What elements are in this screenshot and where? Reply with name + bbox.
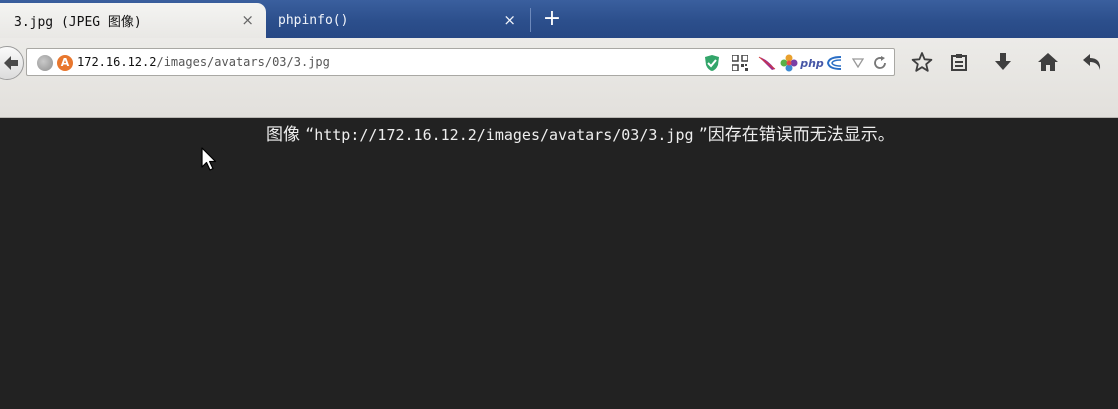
address-bar[interactable]: A 172.16.12.2/images/avatars/03/3.jpg ph… <box>26 48 895 76</box>
close-tab-icon[interactable]: × <box>503 11 516 29</box>
undo-button[interactable] <box>1080 49 1106 75</box>
page-content: 图像 “http://172.16.12.2/images/avatars/03… <box>0 118 1118 409</box>
tab-divider <box>530 8 531 32</box>
url-path: /images/avatars/03/3.jpg <box>156 55 330 69</box>
bookmark-star-button[interactable] <box>909 49 935 75</box>
php-icon[interactable]: php <box>800 54 824 72</box>
flower-icon[interactable] <box>779 54 799 72</box>
globe-icon <box>37 55 53 71</box>
w3c-icon[interactable] <box>825 54 843 72</box>
star-icon <box>911 52 933 72</box>
home-button[interactable] <box>1035 49 1061 75</box>
home-icon <box>1038 53 1058 71</box>
downloads-button[interactable] <box>990 49 1016 75</box>
tab-strip: 3.jpg (JPEG 图像) × phpinfo() × + <box>0 0 1118 38</box>
new-tab-button[interactable]: + <box>540 6 564 32</box>
site-identity-icon[interactable]: A <box>57 55 73 71</box>
reload-icon[interactable] <box>871 54 889 72</box>
tab-title: 3.jpg (JPEG 图像) <box>14 15 142 30</box>
url-text[interactable]: 172.16.12.2/images/avatars/03/3.jpg <box>77 55 330 69</box>
url-host: 172.16.12.2 <box>77 55 157 69</box>
tab-phpinfo[interactable]: phpinfo() × <box>268 3 528 38</box>
navigation-toolbar: A 172.16.12.2/images/avatars/03/3.jpg ph… <box>0 38 1118 118</box>
image-error-message: 图像 “http://172.16.12.2/images/avatars/03… <box>266 120 895 145</box>
shield-check-icon[interactable] <box>703 54 721 72</box>
bookmarks-list-button[interactable] <box>946 49 972 75</box>
mouse-cursor-icon <box>201 147 217 177</box>
download-icon <box>995 53 1011 70</box>
undo-icon <box>1083 54 1101 70</box>
dropdown-arrow-icon[interactable] <box>851 54 865 72</box>
tab-title: phpinfo() <box>278 13 349 28</box>
message-url: http://172.16.12.2/images/avatars/03/3.j… <box>314 126 694 144</box>
back-arrow-icon <box>4 56 18 70</box>
message-suffix: ”因存在错误而无法显示。 <box>693 125 895 145</box>
qr-code-icon[interactable] <box>731 54 749 72</box>
feather-icon[interactable] <box>757 54 777 72</box>
clipboard-icon <box>951 54 967 71</box>
close-tab-icon[interactable]: × <box>241 11 254 29</box>
tab-image[interactable]: 3.jpg (JPEG 图像) × <box>0 3 266 38</box>
back-button[interactable] <box>0 46 24 80</box>
message-prefix: 图像 “ <box>266 125 315 145</box>
